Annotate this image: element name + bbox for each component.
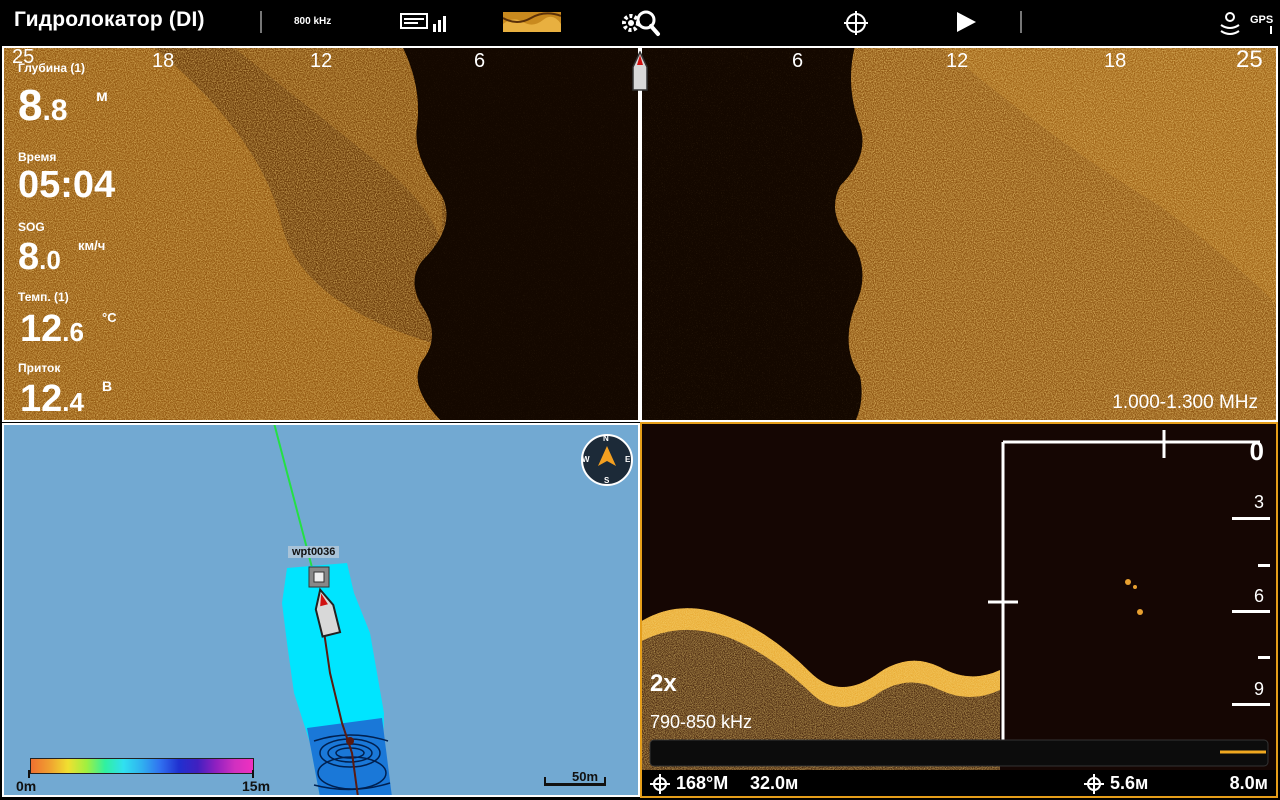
side-imaging-right-image <box>642 48 1276 420</box>
range-label: 18 <box>152 50 175 72</box>
distance-scale-tick <box>544 777 546 786</box>
play-icon[interactable] <box>955 11 977 33</box>
voltage-unit: В <box>102 378 113 394</box>
gps-label: GPS <box>1250 14 1274 26</box>
cursor-icon <box>650 774 670 794</box>
compass-icon[interactable]: N E S W <box>580 433 634 487</box>
compass-e: E <box>625 455 631 464</box>
top-bar: Гидролокатор (DI) 800 kHz GPS <box>0 0 1280 44</box>
voltage-label: Приток <box>18 361 61 375</box>
depth-tick <box>1232 517 1270 520</box>
cursor-depth-icon <box>1084 774 1104 794</box>
cursor-bearing: 168°M <box>676 773 729 793</box>
boat-marker-icon <box>632 51 648 91</box>
depth-tick <box>1232 703 1270 706</box>
side-frequency: 1.000-1.300 MHz <box>1112 392 1258 413</box>
depth-color-scale <box>30 758 254 774</box>
depth-label: Глубина (1) <box>18 61 86 75</box>
cursor-depth: 5.6м <box>1110 773 1149 793</box>
cursor-info-bar <box>642 770 1276 796</box>
scale-start-label: 0m <box>16 778 37 794</box>
distance-scale-bar <box>544 783 606 786</box>
sonar-frequency[interactable]: 800 kHz <box>294 16 331 27</box>
depth-tick <box>1258 564 1270 567</box>
depth-scale-label: 3 <box>1253 492 1264 512</box>
depth-scale-label: 6 <box>1253 586 1264 606</box>
scale-end-label: 15m <box>242 778 271 794</box>
sog-label: SOG <box>18 220 45 234</box>
temp-unit: °C <box>102 310 117 325</box>
distance-scale-label: 50m <box>572 769 599 784</box>
depth-unit: м <box>96 88 108 105</box>
voltage-value: 12.4 <box>20 378 84 420</box>
range-label: 12 <box>946 50 969 72</box>
depth-scale-label: 9 <box>1253 679 1264 699</box>
gps-status-icon[interactable] <box>1218 9 1242 37</box>
sog-value: 8.0 <box>18 236 61 278</box>
crosshair-icon[interactable] <box>843 10 869 36</box>
boat-position-icon <box>314 587 342 638</box>
chart-thumb-icon[interactable] <box>503 12 561 32</box>
chart-pane[interactable]: wpt0036 N E S W 0m 15m 50m <box>2 423 640 797</box>
compass-s: S <box>604 476 610 485</box>
gps-signal-icon <box>1270 26 1272 34</box>
range-label: 18 <box>1104 50 1127 72</box>
depth-scale-label: 0 <box>1249 436 1264 466</box>
depth-tick <box>1258 656 1270 659</box>
temp-label: Темп. (1) <box>18 290 69 304</box>
distance-scale-tick <box>604 777 606 786</box>
temp-value: 12.6 <box>20 308 84 350</box>
range-label: 6 <box>792 50 804 72</box>
waypoint-label[interactable]: wpt0036 <box>288 546 340 558</box>
range-label: 25 <box>1236 46 1263 73</box>
zoom-level[interactable]: 2x <box>650 670 677 698</box>
sonar-view-icon[interactable] <box>400 12 448 34</box>
bottom-depth: 8.0м <box>1229 773 1268 793</box>
sog-unit: км/ч <box>78 238 106 253</box>
time-value: 05:04 <box>18 164 116 206</box>
down-imaging-image <box>642 424 1276 796</box>
down-frequency: 790-850 kHz <box>650 712 753 732</box>
cursor-distance: 32.0м <box>750 773 799 793</box>
compass-n: N <box>603 434 609 443</box>
scale-tick <box>252 770 254 778</box>
divider <box>1020 11 1022 33</box>
view-title: Гидролокатор (DI) <box>14 8 205 31</box>
side-imaging-left-pane[interactable]: 25 18 12 6 Глубина (1) 8.8 м Время 05:04… <box>2 46 640 422</box>
divider <box>260 11 262 33</box>
depth-tick <box>1232 610 1270 613</box>
range-label: 6 <box>474 50 486 72</box>
depth-value: 8.8 <box>18 81 68 130</box>
settings-search-icon[interactable] <box>620 9 662 37</box>
time-label: Время <box>18 150 57 164</box>
compass-w: W <box>582 455 590 464</box>
waypoint-icon[interactable] <box>308 566 330 588</box>
side-imaging-right-pane[interactable]: 6 12 18 25 1.000-1.300 MHz <box>640 46 1278 422</box>
range-label: 12 <box>310 50 333 72</box>
down-imaging-pane[interactable]: 0 3 6 9 2x 790-850 kHz 168°M 32.0м 5.6м … <box>640 422 1278 798</box>
scale-tick <box>28 770 30 778</box>
